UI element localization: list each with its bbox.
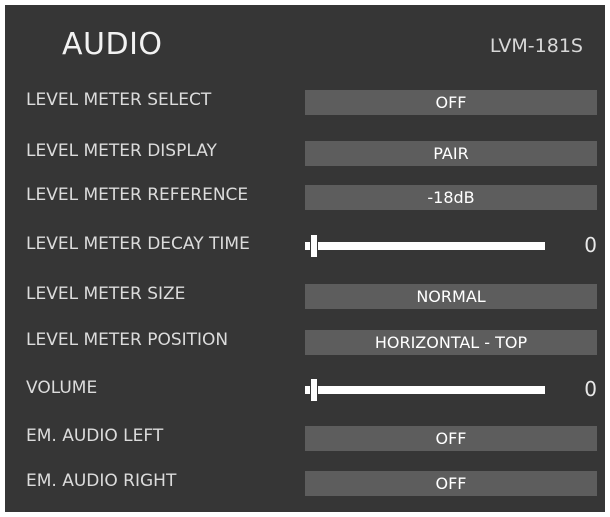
em-audio-left-value[interactable]: OFF	[305, 426, 597, 451]
level-meter-size-value[interactable]: NORMAL	[305, 284, 597, 309]
volume-slider[interactable]	[305, 379, 545, 401]
menu-row-level-meter-size[interactable]: LEVEL METER SIZE NORMAL	[5, 281, 605, 309]
level-meter-reference-value[interactable]: -18dB	[305, 185, 597, 210]
menu-row-em-audio-right[interactable]: EM. AUDIO RIGHT OFF	[5, 468, 605, 496]
menu-row-em-audio-left[interactable]: EM. AUDIO LEFT OFF	[5, 423, 605, 451]
level-meter-display-value[interactable]: PAIR	[305, 141, 597, 166]
menu-row-level-meter-display[interactable]: LEVEL METER DISPLAY PAIR	[5, 138, 605, 166]
menu-row-level-meter-select[interactable]: LEVEL METER SELECT OFF	[5, 87, 605, 115]
row-label: LEVEL METER SELECT	[26, 90, 212, 110]
slider-track	[305, 386, 545, 394]
row-label: LEVEL METER SIZE	[26, 284, 186, 304]
menu-row-level-meter-decay-time[interactable]: LEVEL METER DECAY TIME 0	[5, 231, 605, 259]
model-name: LVM-181S	[489, 35, 583, 57]
row-label: LEVEL METER POSITION	[26, 330, 229, 350]
row-label: LEVEL METER REFERENCE	[26, 185, 249, 205]
menu-row-level-meter-position[interactable]: LEVEL METER POSITION HORIZONTAL - TOP	[5, 327, 605, 355]
level-meter-position-value[interactable]: HORIZONTAL - TOP	[305, 330, 597, 355]
row-label: VOLUME	[26, 378, 98, 398]
decay-time-value: 0	[584, 233, 597, 257]
row-label: EM. AUDIO RIGHT	[26, 471, 177, 491]
slider-track	[305, 242, 545, 250]
row-label: LEVEL METER DECAY TIME	[26, 234, 250, 254]
volume-value: 0	[584, 377, 597, 401]
audio-menu-panel: AUDIO LVM-181S LEVEL METER SELECT OFF LE…	[5, 5, 605, 512]
decay-time-slider[interactable]	[305, 235, 545, 257]
menu-row-volume[interactable]: VOLUME 0	[5, 375, 605, 403]
menu-row-level-meter-reference[interactable]: LEVEL METER REFERENCE -18dB	[5, 182, 605, 210]
slider-thumb[interactable]	[310, 235, 318, 257]
em-audio-right-value[interactable]: OFF	[305, 471, 597, 496]
menu-title: AUDIO	[62, 27, 163, 62]
level-meter-select-value[interactable]: OFF	[305, 90, 597, 115]
row-label: EM. AUDIO LEFT	[26, 426, 164, 446]
row-label: LEVEL METER DISPLAY	[26, 141, 217, 161]
slider-thumb[interactable]	[310, 379, 318, 401]
